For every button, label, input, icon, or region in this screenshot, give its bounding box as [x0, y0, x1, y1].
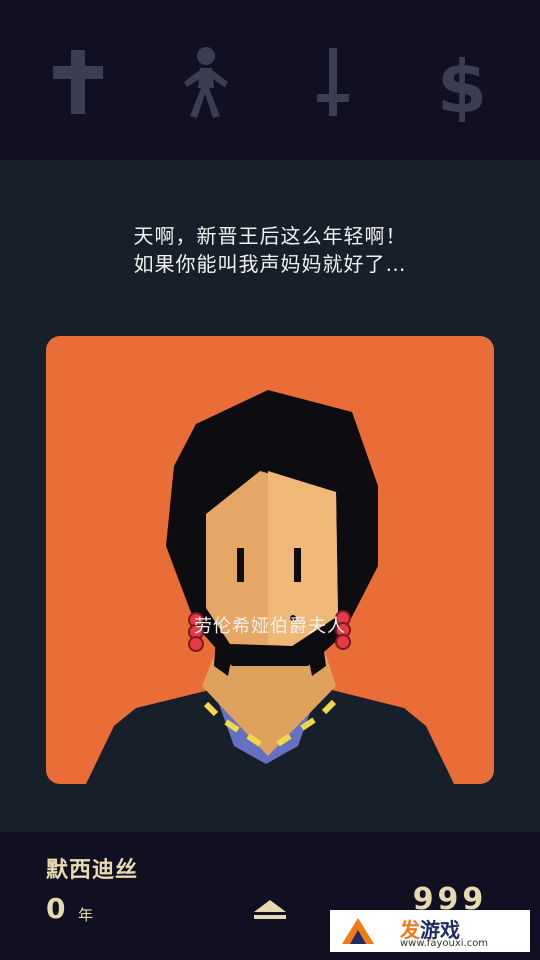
character-card[interactable] — [46, 336, 494, 784]
triangle-up-icon — [254, 900, 286, 919]
dialog-text: 天啊，新晋王后这么年轻啊！ 如果你能叫我声妈妈就好了… — [0, 222, 540, 278]
dialog-line-2: 如果你能叫我声妈妈就好了… — [133, 252, 407, 276]
stats-bar: $ — [0, 0, 540, 160]
fayouxi-logo-icon — [342, 918, 374, 944]
people-stat — [170, 42, 240, 122]
expand-button[interactable] — [248, 898, 292, 922]
card-area: 天啊，新晋王后这么年轻啊！ 如果你能叫我声妈妈就好了… 劳伦希娅伯爵夫人 — [0, 160, 540, 832]
years-reigned: 0 — [46, 892, 66, 925]
svg-text:$: $ — [437, 45, 487, 122]
watermark-url: www.fayouxi.com — [400, 938, 489, 949]
character-name: 劳伦希娅伯爵夫人 — [194, 616, 346, 637]
years-unit: 年 — [78, 906, 94, 924]
game-screen: $ 天啊，新晋王后这么年轻啊！ 如果你能叫我声妈妈就好了… 劳伦希娅伯爵夫人 默… — [0, 0, 540, 960]
ruler-name: 默西迪丝 — [46, 858, 139, 883]
person-icon — [184, 47, 228, 118]
cross-icon — [53, 50, 103, 114]
dollar-icon: $ — [437, 45, 487, 122]
countess-portrait — [46, 336, 494, 784]
army-stat — [298, 42, 368, 122]
church-stat — [43, 42, 113, 122]
dialog-line-1: 天啊，新晋王后这么年轻啊！ — [133, 224, 407, 248]
money-stat: $ — [427, 42, 497, 122]
watermark: 发游戏 www.fayouxi.com — [330, 910, 530, 952]
sword-icon — [317, 48, 349, 116]
